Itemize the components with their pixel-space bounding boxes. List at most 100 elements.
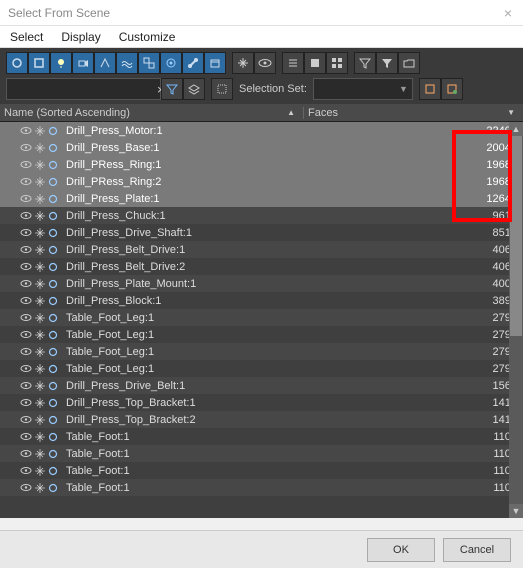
table-row[interactable]: Drill_Press_Plate_Mount:14008	[0, 275, 523, 292]
freeze-icon[interactable]	[35, 381, 45, 391]
freeze-icon[interactable]	[35, 449, 45, 459]
visibility-icon[interactable]	[20, 449, 32, 458]
scroll-down-icon[interactable]: ▼	[509, 504, 523, 518]
freeze-icon[interactable]	[35, 194, 45, 204]
visibility-icon[interactable]	[20, 177, 32, 186]
cancel-button[interactable]: Cancel	[443, 538, 511, 562]
freeze-icon[interactable]	[35, 296, 45, 306]
scrollbar-thumb[interactable]	[510, 136, 522, 336]
visibility-icon[interactable]	[20, 398, 32, 407]
visibility-icon[interactable]	[20, 483, 32, 492]
table-row[interactable]: Table_Foot:11100	[0, 462, 523, 479]
table-row[interactable]: Drill_Press_Drive_Belt:11568	[0, 377, 523, 394]
tool-shapes-icon[interactable]	[28, 52, 50, 74]
freeze-icon[interactable]	[35, 364, 45, 374]
search-input[interactable]	[7, 83, 157, 95]
visibility-icon[interactable]	[20, 313, 32, 322]
column-faces-header[interactable]: Faces ▼	[303, 107, 523, 119]
table-row[interactable]: Drill_Press_Motor:122404	[0, 122, 523, 139]
table-row[interactable]: Drill_Press_Belt_Drive:14060	[0, 241, 523, 258]
tool-edit-set-icon[interactable]	[441, 78, 463, 100]
freeze-icon[interactable]	[35, 415, 45, 425]
visibility-icon[interactable]	[20, 211, 32, 220]
table-row[interactable]: Drill_Press_Top_Bracket:11412	[0, 394, 523, 411]
tool-helpers-icon[interactable]	[94, 52, 116, 74]
visibility-icon[interactable]	[20, 262, 32, 271]
freeze-icon[interactable]	[35, 313, 45, 323]
visibility-icon[interactable]	[20, 194, 32, 203]
tool-expand-icon[interactable]	[326, 52, 348, 74]
table-row[interactable]: Table_Foot_Leg:12796	[0, 343, 523, 360]
menu-display[interactable]: Display	[61, 30, 100, 44]
table-row[interactable]: Drill_Press_Plate:112644	[0, 190, 523, 207]
freeze-icon[interactable]	[35, 466, 45, 476]
freeze-icon[interactable]	[35, 279, 45, 289]
visibility-icon[interactable]	[20, 160, 32, 169]
tool-container-icon[interactable]	[204, 52, 226, 74]
table-row[interactable]: Table_Foot_Leg:12796	[0, 326, 523, 343]
search-box[interactable]: ×	[6, 78, 161, 100]
freeze-icon[interactable]	[35, 398, 45, 408]
tool-lights-icon[interactable]	[50, 52, 72, 74]
tool-folder-icon[interactable]	[398, 52, 420, 74]
tool-spacewarps-icon[interactable]	[116, 52, 138, 74]
visibility-icon[interactable]	[20, 381, 32, 390]
table-row[interactable]: Drill_PRess_Ring:119684	[0, 156, 523, 173]
table-row[interactable]: Drill_Press_Base:120044	[0, 139, 523, 156]
freeze-icon[interactable]	[35, 330, 45, 340]
freeze-icon[interactable]	[35, 211, 45, 221]
table-row[interactable]: Table_Foot_Leg:12796	[0, 309, 523, 326]
close-icon[interactable]: ×	[493, 5, 523, 21]
freeze-icon[interactable]	[35, 483, 45, 493]
freeze-icon[interactable]	[35, 143, 45, 153]
freeze-icon[interactable]	[35, 432, 45, 442]
visibility-icon[interactable]	[20, 415, 32, 424]
tool-groups-icon[interactable]	[138, 52, 160, 74]
tool-list-icon[interactable]	[282, 52, 304, 74]
tool-filter-icon[interactable]	[354, 52, 376, 74]
visibility-icon[interactable]	[20, 296, 32, 305]
tool-xrefs-icon[interactable]	[160, 52, 182, 74]
tool-hide-icon[interactable]	[254, 52, 276, 74]
tool-cameras-icon[interactable]	[72, 52, 94, 74]
tool-selection-icon[interactable]	[211, 78, 233, 100]
tool-freeze-icon[interactable]	[232, 52, 254, 74]
menu-select[interactable]: Select	[10, 30, 43, 44]
freeze-icon[interactable]	[35, 126, 45, 136]
object-list[interactable]: Drill_Press_Motor:122404Drill_Press_Base…	[0, 122, 523, 518]
menu-customize[interactable]: Customize	[119, 30, 176, 44]
table-row[interactable]: Table_Foot_Leg:12796	[0, 360, 523, 377]
freeze-icon[interactable]	[35, 228, 45, 238]
selection-set-dropdown[interactable]: ▼	[313, 78, 413, 100]
tool-viewfilter-icon[interactable]	[161, 78, 183, 100]
freeze-icon[interactable]	[35, 262, 45, 272]
tool-save-set-icon[interactable]	[419, 78, 441, 100]
freeze-icon[interactable]	[35, 347, 45, 357]
table-row[interactable]: Drill_PRess_Ring:219684	[0, 173, 523, 190]
visibility-icon[interactable]	[20, 228, 32, 237]
column-name-header[interactable]: Name (Sorted Ascending) ▲	[0, 107, 303, 119]
visibility-icon[interactable]	[20, 466, 32, 475]
table-row[interactable]: Table_Foot:11100	[0, 479, 523, 496]
table-row[interactable]: Table_Foot:11100	[0, 428, 523, 445]
ok-button[interactable]: OK	[367, 538, 435, 562]
table-row[interactable]: Drill_Press_Chuck:19618	[0, 207, 523, 224]
visibility-icon[interactable]	[20, 143, 32, 152]
visibility-icon[interactable]	[20, 126, 32, 135]
table-row[interactable]: Drill_Press_Block:13892	[0, 292, 523, 309]
visibility-icon[interactable]	[20, 364, 32, 373]
table-row[interactable]: Drill_Press_Belt_Drive:24060	[0, 258, 523, 275]
scroll-up-icon[interactable]: ▲	[509, 122, 523, 136]
table-row[interactable]: Drill_Press_Drive_Shaft:18512	[0, 224, 523, 241]
tool-hierarchy-icon[interactable]	[304, 52, 326, 74]
freeze-icon[interactable]	[35, 177, 45, 187]
table-row[interactable]: Table_Foot:11100	[0, 445, 523, 462]
visibility-icon[interactable]	[20, 432, 32, 441]
tool-geometry-icon[interactable]	[6, 52, 28, 74]
visibility-icon[interactable]	[20, 279, 32, 288]
tool-layers-icon[interactable]	[183, 78, 205, 100]
freeze-icon[interactable]	[35, 245, 45, 255]
visibility-icon[interactable]	[20, 245, 32, 254]
vertical-scrollbar[interactable]: ▲ ▼	[509, 122, 523, 518]
visibility-icon[interactable]	[20, 330, 32, 339]
